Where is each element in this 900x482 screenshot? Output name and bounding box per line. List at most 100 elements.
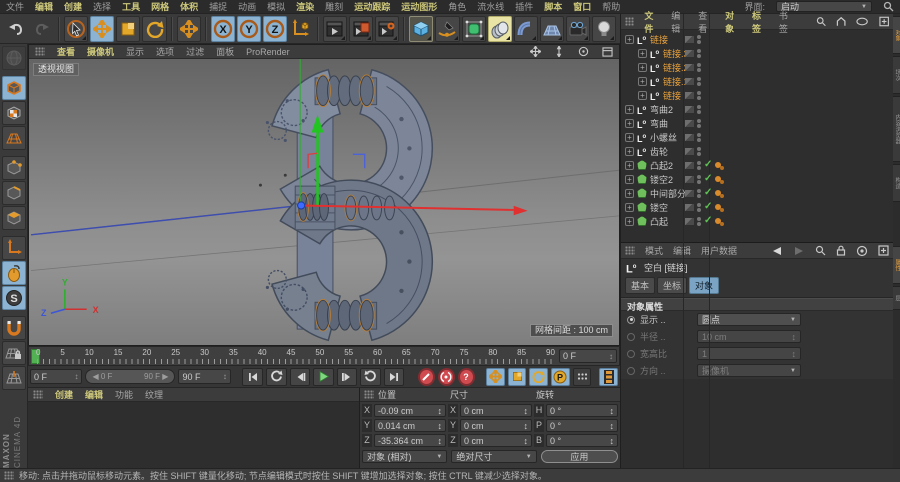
rotation-p-field[interactable]: 0 ° ↕ [546,419,618,432]
history-back-icon[interactable] [771,246,783,256]
vp-menu-filter[interactable]: 过滤 [186,45,204,58]
display-dropdown[interactable]: 圆点 ▼ [697,313,801,326]
coord-mode-dropdown[interactable]: 对象 (相对) ▼ [362,450,448,463]
enabled-check-icon[interactable]: ✓ [704,174,712,184]
vp-menu-panel[interactable]: 面板 [216,45,234,58]
search-icon[interactable] [816,16,826,27]
menu-create[interactable]: 创建 [64,0,82,13]
vp-menu-camera[interactable]: 摄像机 [87,45,114,58]
expand-icon[interactable]: + [625,132,634,142]
expand-icon[interactable]: + [625,188,634,198]
enabled-check-icon[interactable]: ✓ [704,202,712,212]
panel-handle-icon[interactable] [625,246,635,255]
light-button[interactable] [591,15,617,42]
object-row[interactable]: + 镂空 ✓ [621,200,893,214]
object-row[interactable]: + Lo 链接.3 [621,46,893,60]
expand-icon[interactable]: + [625,118,634,128]
object-row[interactable]: + Lo 小螺丝 [621,130,893,144]
spinner-icon[interactable]: ↕ [524,421,529,431]
filter-eye-icon[interactable] [856,17,869,26]
menu-select[interactable]: 选择 [93,0,111,13]
menu-mograph[interactable]: 运动图形 [401,0,437,13]
visibility-dots-icon[interactable] [697,34,701,44]
layer-chip[interactable] [685,161,694,169]
start-frame-field[interactable]: 0 F ↕ [30,369,83,384]
sweep-button[interactable] [487,15,512,42]
layer-chip[interactable] [685,175,694,183]
spinner-icon[interactable]: ↕ [223,372,227,381]
om-menu-tags[interactable]: 标签 [752,9,769,35]
visibility-dots-icon[interactable] [697,188,701,198]
live-selection-button[interactable] [64,15,89,42]
phong-tag-icon[interactable] [715,190,722,196]
spinner-icon[interactable]: ↕ [610,406,615,416]
tab-content-browser-vertical[interactable]: 内容浏览器 [893,96,900,162]
lock-icon[interactable] [836,245,846,256]
tab-objects-vertical[interactable]: 对象 [893,16,900,54]
layer-chip[interactable] [685,49,694,57]
edges-mode-button[interactable] [1,181,26,205]
panel-handle-icon[interactable] [35,47,45,56]
menu-script[interactable]: 脚本 [544,0,562,13]
mat-menu-texture[interactable]: 纹理 [145,388,163,401]
vp-menu-display[interactable]: 显示 [126,45,144,58]
rotation-b-field[interactable]: 0 ° ↕ [546,434,618,447]
menu-sculpt[interactable]: 雕刻 [325,0,343,13]
key-circle-icon[interactable] [627,332,635,341]
expand-icon[interactable]: + [638,90,647,100]
object-row[interactable]: + 中间部分 ✓ [621,186,893,200]
next-frame-button[interactable] [336,367,358,386]
play-backwards-button[interactable] [266,367,287,386]
goto-start-button[interactable] [242,367,263,386]
expand-icon[interactable]: + [625,216,634,226]
phong-tag-icon[interactable] [715,218,722,224]
menu-motion-tracker[interactable]: 运动跟踪 [354,0,390,13]
magnet-button[interactable] [1,316,26,340]
om-menu-file[interactable]: 文件 [644,9,661,35]
toggle-view-icon[interactable] [601,46,613,58]
menu-window[interactable]: 窗口 [573,0,591,13]
axis-mode-button[interactable] [1,236,26,260]
visibility-dots-icon[interactable] [697,90,701,100]
tab-object[interactable]: 对象 [689,277,720,294]
menu-file[interactable]: 文件 [6,0,24,13]
undo-button[interactable] [4,16,28,42]
lock-x-axis-button[interactable]: X [210,15,235,42]
om-menu-view[interactable]: 查看 [698,9,715,35]
tab-basic[interactable]: 基本 [625,277,656,294]
add-panel-icon[interactable] [878,245,889,256]
menu-volume[interactable]: 体积 [180,0,198,13]
position-z-field[interactable]: -35.364 cm ↕ [374,434,446,447]
view-globe-button[interactable] [1,46,26,70]
add-layer-icon[interactable] [879,16,889,27]
spinner-icon[interactable]: ↕ [438,406,443,416]
visibility-dots-icon[interactable] [697,76,701,86]
redo-button[interactable] [30,16,54,42]
position-y-field[interactable]: 0.014 cm ↕ [374,419,446,432]
expand-icon[interactable]: + [638,62,647,72]
size-mode-dropdown[interactable]: 绝对尺寸 ▼ [451,450,537,463]
spline-pen-button[interactable] [435,15,460,42]
layer-chip[interactable] [685,133,694,141]
layer-chip[interactable] [685,105,694,113]
model-mode-button[interactable] [1,76,26,100]
om-menu-bookmarks[interactable]: 书签 [779,9,796,35]
expand-icon[interactable]: + [625,174,634,184]
lock-z-axis-button[interactable]: Z [262,15,287,42]
orientation-dropdown[interactable]: 摄像机 ▼ [697,364,801,377]
expand-icon[interactable]: + [625,146,634,156]
floor-button[interactable] [539,15,564,42]
apply-button[interactable]: 应用 [540,450,618,463]
target-icon[interactable] [856,245,868,257]
move-tool-button[interactable] [90,15,115,42]
layer-chip[interactable] [685,63,694,71]
render-settings-button[interactable] [375,15,400,42]
last-used-tool-button[interactable] [176,15,201,42]
spinner-icon[interactable]: ↕ [74,372,78,381]
radius-field[interactable]: 10 cm ↕ [697,330,801,343]
object-row[interactable]: + 凸起 ✓ [621,214,893,228]
visibility-dots-icon[interactable] [697,174,701,184]
object-row[interactable]: + Lo 齿轮 [621,144,893,158]
rotate-tool-button[interactable] [142,15,167,42]
visibility-dots-icon[interactable] [697,132,701,142]
